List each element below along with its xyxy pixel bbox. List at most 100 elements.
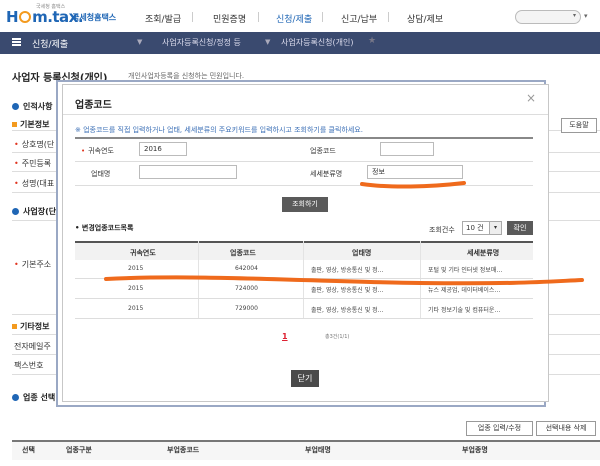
section-personal: 인적사항: [12, 101, 52, 112]
industry-edit-button[interactable]: 업종 입력/수정: [466, 421, 533, 436]
logo-brand-h: H: [6, 8, 19, 26]
divider: [75, 161, 533, 162]
chevron-down-icon[interactable]: ▼: [137, 38, 142, 46]
pager-current-page[interactable]: 1: [282, 332, 288, 341]
hometax-logo[interactable]: 국세청 홈택스 Hm.tax. 국세청홈택스: [6, 3, 118, 29]
logo-korean: 국세청홈택스: [72, 13, 117, 22]
label-name-text: 성명(대표: [21, 179, 55, 188]
breadcrumb-section[interactable]: 신청/제출: [32, 37, 68, 50]
count-select-value: 10 건: [466, 224, 484, 232]
favorite-star-icon[interactable]: ★: [368, 36, 376, 46]
code-input[interactable]: [380, 142, 434, 156]
bullet-square-icon: [12, 122, 17, 127]
label-trade-name-text: 상호명(단: [21, 140, 55, 149]
close-button[interactable]: 닫기: [291, 370, 319, 387]
breadcrumb-bar: 신청/제출 ▼ 사업자등록신청/정정 등 ▼ 사업자등록신청(개인) ★: [0, 32, 600, 54]
modal-notice: ※ 업종코드를 직접 입력하거나 업태, 세세분류의 주요키워드를 입력하시고 …: [75, 126, 363, 134]
cell-subclass: 포털 및 기타 인터넷 정보매…: [428, 267, 503, 274]
search-button[interactable]: 조회하기: [282, 197, 328, 212]
cell-subclass: 기타 정보기술 및 컴퓨터운…: [428, 307, 501, 314]
section-personal-label: 인적사항: [23, 102, 53, 111]
result-list-title-text: 변경업종코드목록: [81, 224, 134, 232]
section-business-label: 사업장(단: [23, 207, 57, 216]
bullet-square-icon: [12, 324, 17, 329]
divider: [75, 185, 533, 186]
subsection-other: 기타정보: [12, 321, 49, 332]
menu-apply-submit[interactable]: 신청/제출: [276, 12, 312, 25]
menu-divider: [322, 12, 323, 22]
label-trade-name: • 상호명(단: [14, 140, 55, 149]
grid-col-select: 선택: [22, 446, 35, 454]
subsection-other-label: 기타정보: [20, 322, 50, 331]
help-button[interactable]: 도움말: [561, 118, 597, 133]
table-row[interactable]: 2015 729000 출판, 영상, 방송통신 및 정… 기타 정보기술 및 …: [75, 300, 533, 319]
table-row[interactable]: 2015 724000 출판, 영상, 방송통신 및 정… 뉴스 제공업, 데이…: [75, 280, 533, 299]
breadcrumb-current[interactable]: 사업자등록신청(개인): [281, 37, 353, 48]
menu-certificates[interactable]: 민원증명: [213, 12, 246, 25]
confirm-button[interactable]: 확인: [507, 221, 533, 235]
section-industry: 업종 선택: [12, 392, 55, 403]
logo-o-mark: [19, 11, 32, 23]
header-search-toggle-icon[interactable]: ▾: [584, 12, 588, 20]
label-fax: 팩스번호: [14, 361, 44, 370]
subclass-input[interactable]: [367, 165, 463, 179]
grid-col-sub-code: 부업종코드: [167, 446, 200, 454]
table-row[interactable]: 2015 642004 출판, 영상, 방송통신 및 정… 포털 및 기타 인터…: [75, 260, 533, 279]
cell-business-type: 출판, 영상, 방송통신 및 정…: [311, 307, 384, 314]
menu-consult[interactable]: 상담/제보: [407, 12, 443, 25]
business-type-input[interactable]: [139, 165, 237, 179]
cell-year: 2015: [128, 305, 144, 312]
chevron-down-icon[interactable]: ▾: [489, 222, 501, 234]
top-header: 국세청 홈택스 Hm.tax. 국세청홈택스 조회/발급 민원증명 신청/제출 …: [0, 0, 600, 32]
code-label: 업종코드: [310, 147, 336, 155]
th-year: 귀속연도: [130, 249, 156, 257]
cell-code[interactable]: 724000: [235, 285, 258, 292]
label-address-text: 기본주소: [21, 260, 52, 269]
business-type-label: 업태명: [91, 170, 111, 178]
grid-col-type: 업종구분: [66, 446, 92, 454]
menu-report-pay[interactable]: 신고/납부: [341, 12, 377, 25]
divider: [63, 114, 548, 115]
count-label: 조회건수: [429, 226, 455, 234]
grid-col-sub-type: 부업태명: [305, 446, 331, 454]
subsection-basic: 기본정보: [12, 119, 49, 130]
total-count: 총3건(1/1): [325, 334, 350, 340]
subclass-label: 세세분류명: [310, 170, 343, 178]
hamburger-menu-icon[interactable]: [12, 38, 21, 46]
cell-year: 2015: [128, 265, 144, 272]
label-email: 전자메일주: [14, 342, 51, 351]
result-list-title: • 변경업종코드목록: [75, 224, 134, 232]
menu-divider: [388, 12, 389, 22]
menu-divider: [258, 12, 259, 22]
year-input[interactable]: [139, 142, 187, 156]
grid-col-sub-name: 부업종명: [462, 446, 488, 454]
th-business-type: 업태명: [352, 249, 372, 257]
menu-lookup[interactable]: 조회/발급: [145, 12, 181, 25]
cell-subclass: 뉴스 제공업, 데이터베이스…: [428, 287, 501, 294]
cell-code[interactable]: 729000: [235, 305, 258, 312]
close-icon[interactable]: ×: [526, 91, 536, 105]
section-industry-label: 업종 선택: [23, 393, 56, 402]
cell-year: 2015: [128, 285, 144, 292]
th-subclass: 세세분류명: [467, 249, 500, 257]
label-address: • 기본주소: [14, 260, 52, 269]
year-label: • 귀속연도: [81, 147, 114, 155]
label-resident-no-text: 주민등록: [21, 159, 52, 168]
table-header: 귀속연도 업종코드 업태명 세세분류명: [75, 241, 533, 260]
breadcrumb-item[interactable]: 사업자등록신청/정정 등: [162, 37, 241, 48]
cell-code[interactable]: 642004: [235, 265, 258, 272]
bullet-icon: [12, 103, 19, 110]
menu-divider: [192, 12, 193, 22]
th-code: 업종코드: [230, 249, 256, 257]
header-search-input[interactable]: ▾: [515, 10, 581, 24]
year-label-text: 귀속연도: [88, 147, 114, 155]
bullet-icon: [12, 208, 19, 215]
count-select[interactable]: 10 건 ▾: [462, 221, 502, 235]
chevron-down-icon[interactable]: ▼: [265, 38, 270, 46]
cell-business-type: 출판, 영상, 방송통신 및 정…: [311, 287, 384, 294]
subsection-basic-label: 기본정보: [20, 120, 50, 129]
cell-business-type: 출판, 영상, 방송통신 및 정…: [311, 267, 384, 274]
chevron-down-icon[interactable]: ▾: [573, 12, 576, 19]
delete-selected-button[interactable]: 선택내용 삭제: [536, 421, 596, 436]
section-business: 사업장(단: [12, 206, 56, 217]
